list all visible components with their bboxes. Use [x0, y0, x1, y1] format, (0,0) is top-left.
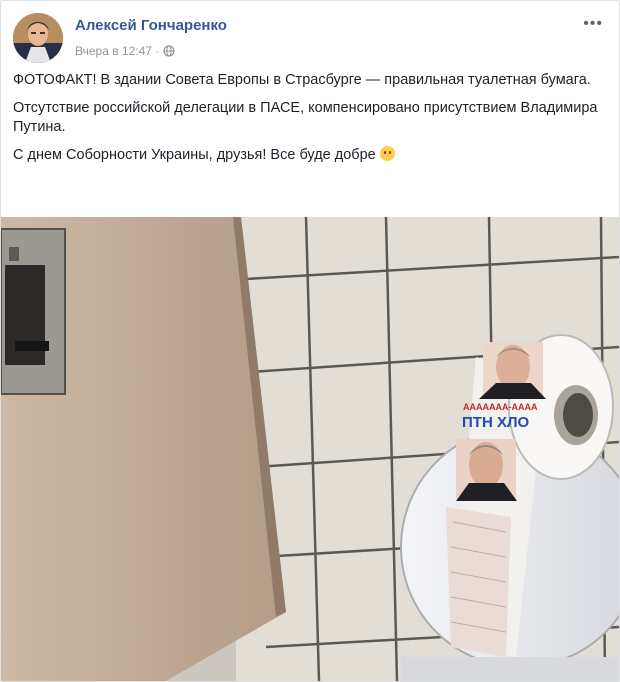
post-text: ФОТОФАКТ! В здании Совета Европы в Страс…	[13, 71, 607, 174]
portrait-bottom	[456, 439, 517, 501]
avatar[interactable]	[13, 13, 63, 63]
post-paragraph: ФОТОФАКТ! В здании Совета Европы в Страс…	[13, 72, 591, 88]
post-photo[interactable]: ААААААА-АААА ПТН ХЛО	[1, 216, 619, 681]
roll-text-main: ПТН ХЛО	[462, 414, 529, 431]
roll-text-top: ААААААА-АААА	[463, 402, 538, 412]
avatar-photo	[13, 13, 63, 63]
post-paragraph: Отсутствие российской делегации в ПАСЕ, …	[13, 100, 598, 135]
door-latch	[1, 228, 66, 395]
portrait-top	[479, 342, 546, 399]
author-name-link[interactable]: Алексей Гончаренко	[75, 17, 227, 34]
post-meta: Вчера в 12:47 ·	[75, 44, 175, 58]
globe-icon[interactable]	[163, 45, 175, 57]
smiling-face-emoji-icon	[379, 146, 395, 161]
post-card: Алексей Гончаренко Вчера в 12:47 · ••• Ф…	[0, 0, 620, 682]
post-paragraph-last: С днем Соборности Украины, друзья! Все б…	[13, 146, 607, 165]
more-options-icon[interactable]: •••	[583, 15, 603, 33]
post-paragraph-text: С днем Соборности Украины, друзья! Все б…	[13, 147, 376, 163]
post-header: Алексей Гончаренко Вчера в 12:47 · •••	[13, 11, 607, 63]
toilet-paper-photo: ААААААА-АААА ПТН ХЛО	[1, 216, 619, 681]
timestamp-link[interactable]: Вчера в 12:47 ·	[75, 44, 159, 58]
